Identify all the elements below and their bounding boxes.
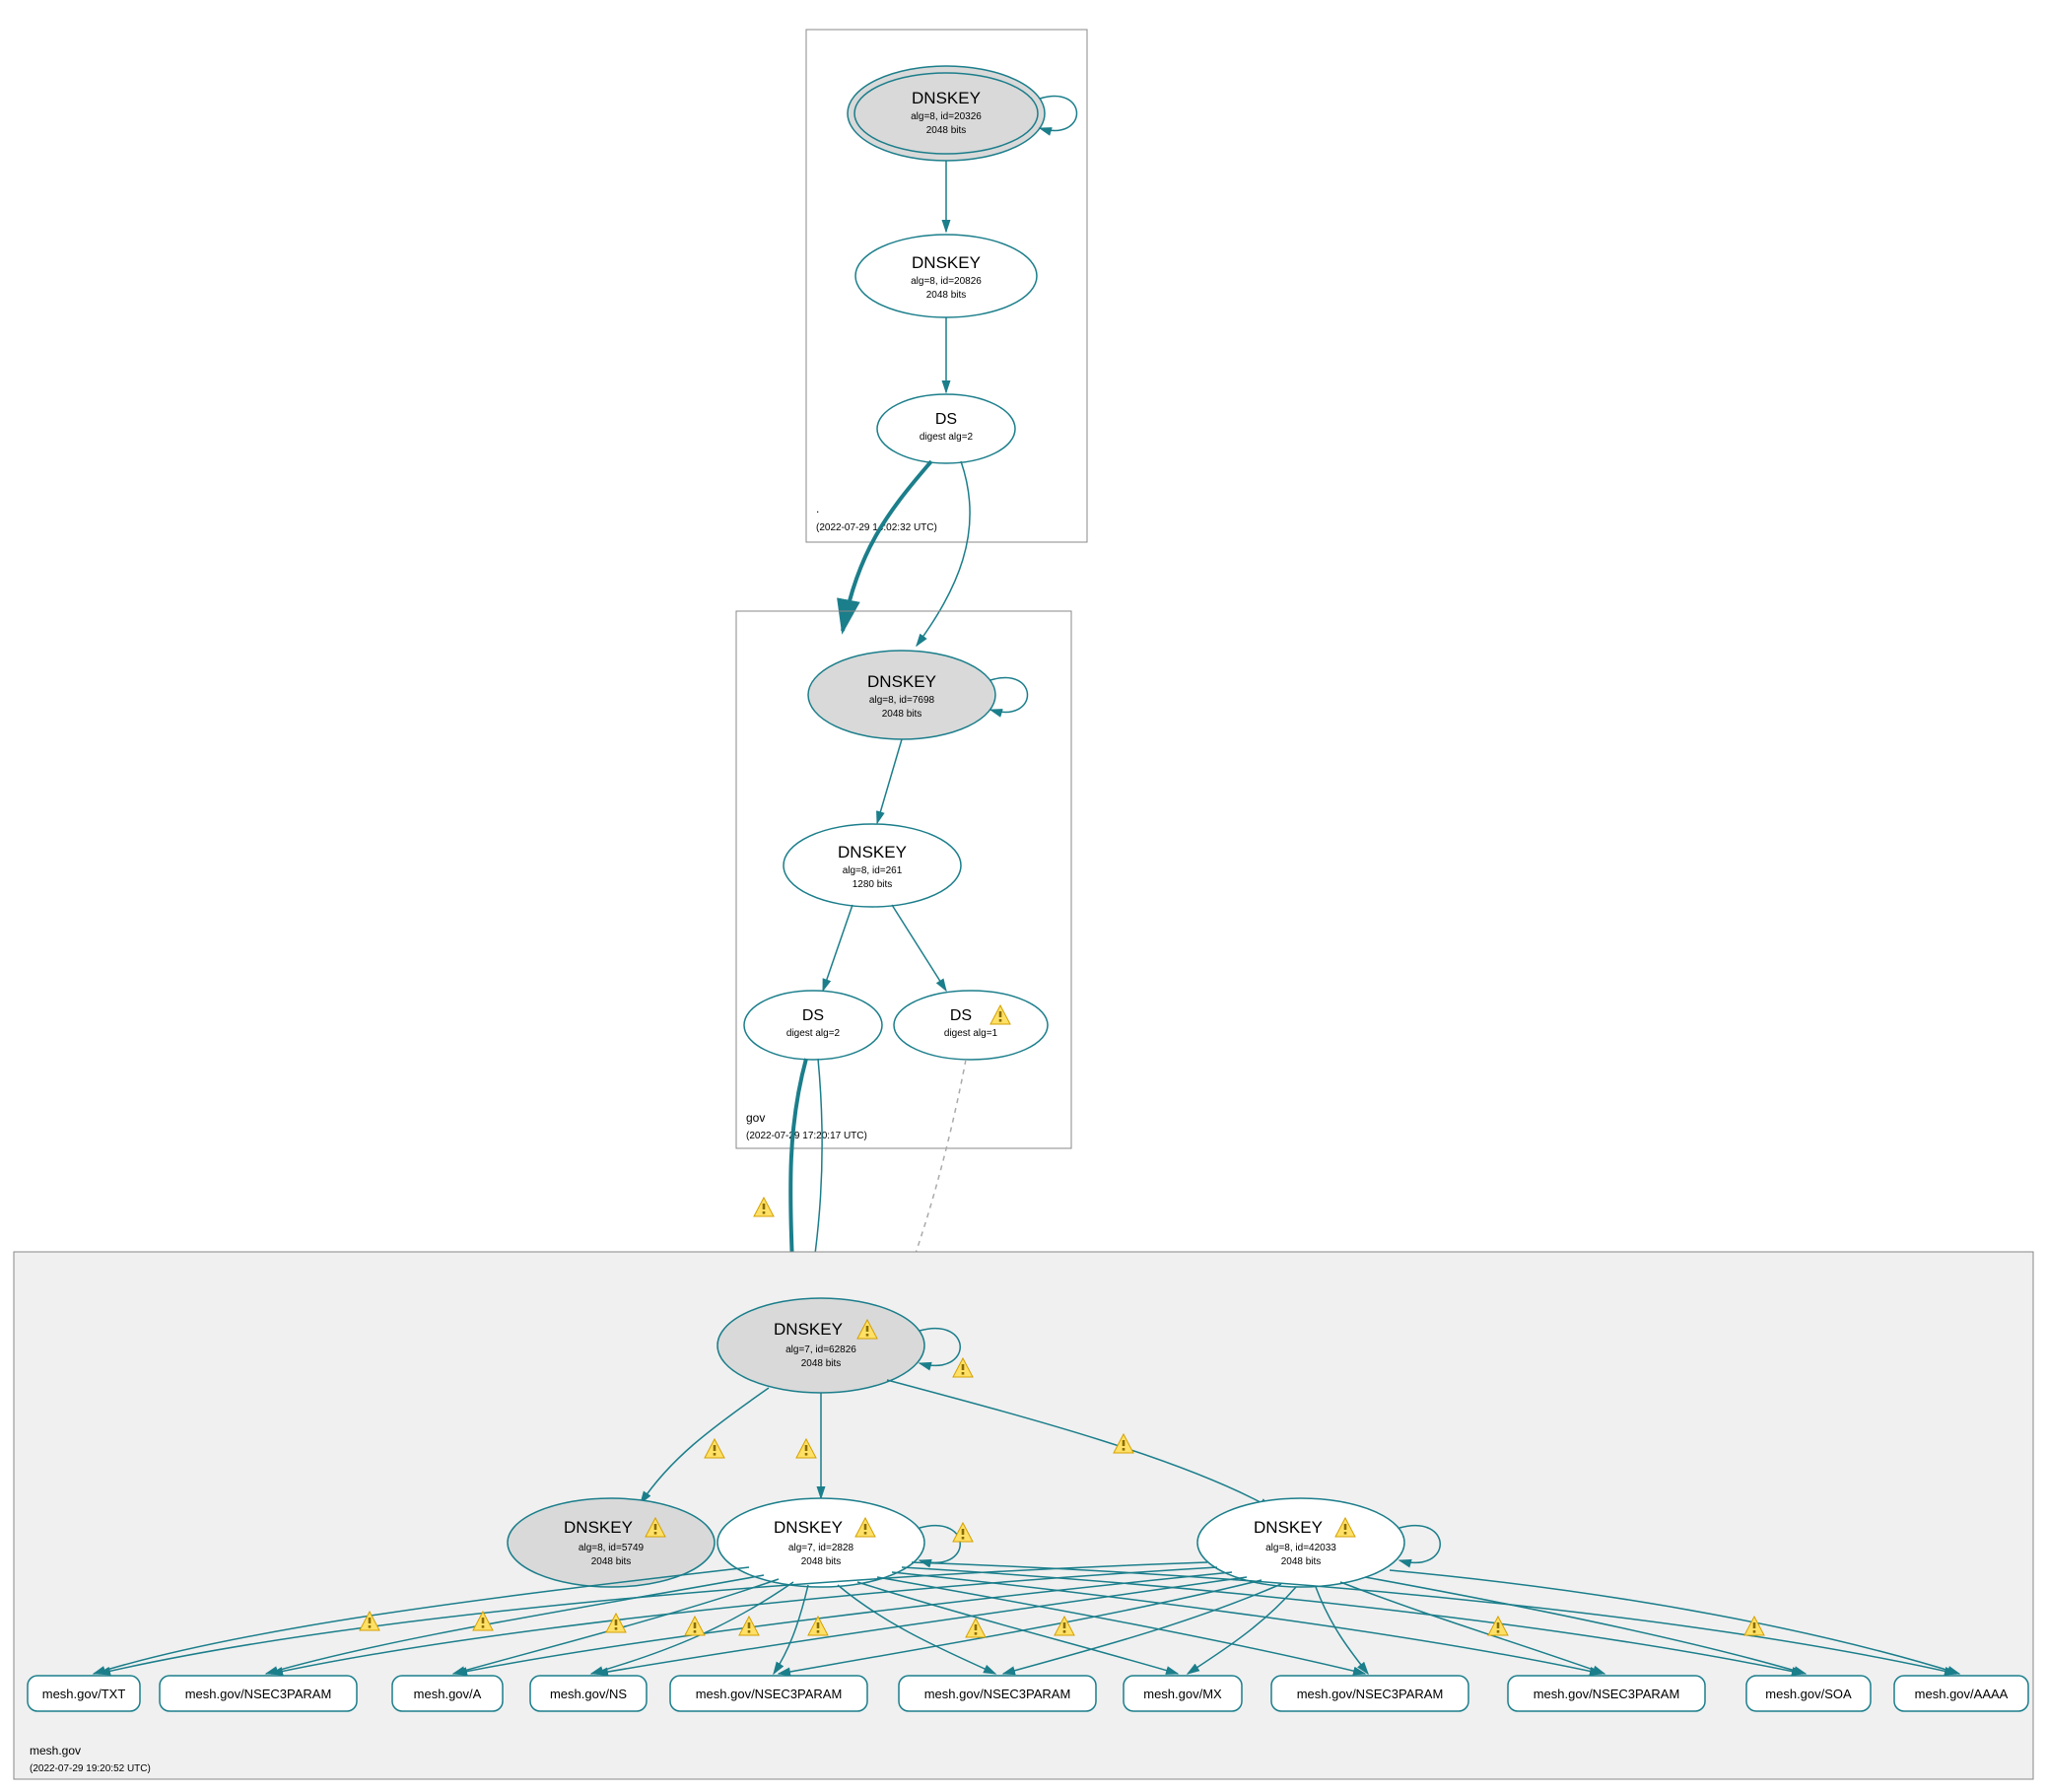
rrset-box: mesh.gov/NS [530,1676,647,1711]
zone-gov-ts: (2022-07-29 17:20:17 UTC) [746,1131,867,1141]
node-mesh-ksk: DNSKEY alg=7, id=62826 2048 bits [717,1298,924,1393]
svg-text:mesh.gov/NSEC3PARAM: mesh.gov/NSEC3PARAM [696,1687,843,1701]
svg-text:mesh.gov/AAAA: mesh.gov/AAAA [1915,1687,2009,1701]
svg-text:mesh.gov/NSEC3PARAM: mesh.gov/NSEC3PARAM [1297,1687,1444,1701]
svg-text:digest alg=1: digest alg=1 [944,1028,998,1039]
svg-text:mesh.gov/MX: mesh.gov/MX [1143,1687,1222,1701]
svg-text:alg=8, id=7698: alg=8, id=7698 [869,695,935,706]
svg-text:alg=7, id=62826: alg=7, id=62826 [785,1344,856,1355]
rrset-box: mesh.gov/A [392,1676,503,1711]
rrset-box: mesh.gov/NSEC3PARAM [1271,1676,1468,1711]
warning-icon [754,1198,774,1216]
svg-text:mesh.gov/SOA: mesh.gov/SOA [1765,1687,1852,1701]
zone-root-label: . [816,502,819,516]
rrset-box: mesh.gov/TXT [28,1676,140,1711]
svg-text:alg=8, id=261: alg=8, id=261 [843,865,903,876]
svg-text:2048 bits: 2048 bits [882,709,922,720]
zone-mesh: mesh.gov (2022-07-29 19:20:52 UTC) DNSKE… [14,1252,2033,1779]
zone-mesh-ts: (2022-07-29 19:20:52 UTC) [30,1763,151,1774]
svg-text:digest alg=2: digest alg=2 [920,432,974,443]
svg-text:alg=8, id=5749: alg=8, id=5749 [579,1543,645,1553]
svg-text:2048 bits: 2048 bits [926,290,967,301]
node-gov-ksk: DNSKEY alg=8, id=7698 2048 bits [808,651,995,739]
svg-text:DNSKEY: DNSKEY [838,843,907,862]
svg-text:DNSKEY: DNSKEY [867,672,936,691]
svg-text:DNSKEY: DNSKEY [912,253,981,272]
node-root-zsk: DNSKEY alg=8, id=20826 2048 bits [855,235,1037,317]
svg-text:2048 bits: 2048 bits [801,1556,842,1567]
svg-text:mesh.gov/A: mesh.gov/A [414,1687,482,1701]
node-mesh-zsk-c: DNSKEY alg=8, id=42033 2048 bits [1197,1498,1404,1587]
svg-text:mesh.gov/NSEC3PARAM: mesh.gov/NSEC3PARAM [185,1687,332,1701]
svg-text:2048 bits: 2048 bits [591,1556,632,1567]
node-gov-zsk: DNSKEY alg=8, id=261 1280 bits [784,824,961,907]
svg-text:alg=8, id=42033: alg=8, id=42033 [1265,1543,1336,1553]
svg-text:alg=8, id=20826: alg=8, id=20826 [911,276,982,287]
svg-text:2048 bits: 2048 bits [926,125,967,136]
zone-gov: gov (2022-07-29 17:20:17 UTC) DNSKEY alg… [736,611,1071,1148]
svg-text:mesh.gov/TXT: mesh.gov/TXT [42,1687,126,1701]
svg-text:DNSKEY: DNSKEY [774,1518,843,1537]
node-root-ksk: DNSKEY alg=8, id=20326 2048 bits [848,66,1045,161]
svg-text:DS: DS [950,1007,972,1024]
node-mesh-zsk-a: DNSKEY alg=8, id=5749 2048 bits [508,1498,715,1587]
zone-mesh-label: mesh.gov [30,1744,81,1758]
svg-text:alg=8, id=20326: alg=8, id=20326 [911,111,982,122]
rrset-box: mesh.gov/SOA [1746,1676,1871,1711]
rrset-box: mesh.gov/NSEC3PARAM [899,1676,1096,1711]
svg-text:1280 bits: 1280 bits [853,879,893,890]
svg-text:DNSKEY: DNSKEY [564,1518,633,1537]
svg-text:mesh.gov/NS: mesh.gov/NS [550,1687,627,1701]
zone-gov-label: gov [746,1111,765,1125]
svg-text:mesh.gov/NSEC3PARAM: mesh.gov/NSEC3PARAM [1534,1687,1680,1701]
svg-text:mesh.gov/NSEC3PARAM: mesh.gov/NSEC3PARAM [924,1687,1071,1701]
svg-text:DNSKEY: DNSKEY [774,1320,843,1339]
node-gov-ds1: DS digest alg=2 [744,991,882,1060]
svg-text:2048 bits: 2048 bits [801,1358,842,1369]
rrset-box: mesh.gov/AAAA [1894,1676,2028,1711]
zone-root: . (2022-07-29 14:02:32 UTC) DNSKEY alg=8… [806,30,1087,542]
rrset-box: mesh.gov/MX [1124,1676,1242,1711]
node-gov-ds2: DS digest alg=1 [894,991,1048,1060]
svg-text:DNSKEY: DNSKEY [912,89,981,107]
rrset-box: mesh.gov/NSEC3PARAM [670,1676,867,1711]
svg-text:DS: DS [802,1007,824,1024]
rrset-box: mesh.gov/NSEC3PARAM [160,1676,357,1711]
svg-text:DNSKEY: DNSKEY [1254,1518,1323,1537]
svg-text:alg=7, id=2828: alg=7, id=2828 [788,1543,854,1553]
svg-text:2048 bits: 2048 bits [1281,1556,1322,1567]
node-mesh-zsk-b: DNSKEY alg=7, id=2828 2048 bits [717,1498,924,1587]
node-root-ds: DS digest alg=2 [877,394,1015,463]
svg-text:DS: DS [935,411,957,428]
rrset-box: mesh.gov/NSEC3PARAM [1508,1676,1705,1711]
svg-text:digest alg=2: digest alg=2 [786,1028,841,1039]
